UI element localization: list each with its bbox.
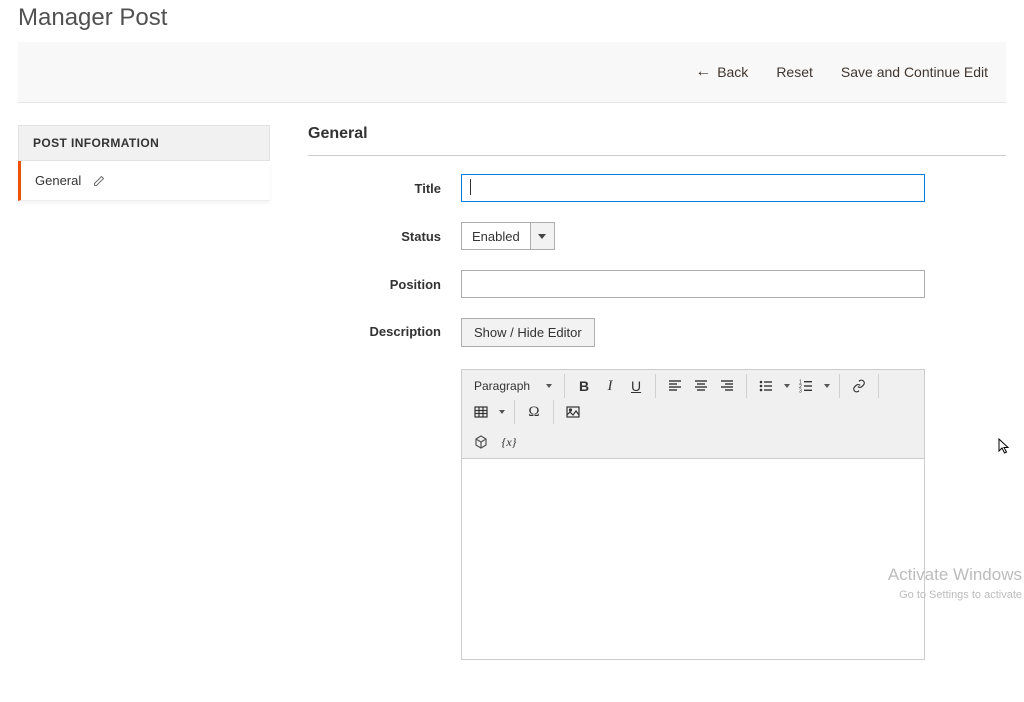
bullet-list-icon (759, 379, 773, 393)
back-label: Back (717, 64, 748, 80)
main-area: POST INFORMATION General General Title S… (0, 103, 1024, 702)
special-char-button[interactable]: Ω (521, 400, 547, 424)
back-arrow-icon: ← (695, 64, 711, 80)
save-continue-button[interactable]: Save and Continue Edit (839, 60, 990, 84)
special-char-icon: Ω (528, 404, 539, 421)
back-button[interactable]: ← Back (693, 60, 750, 84)
position-input[interactable] (461, 270, 925, 298)
number-list-more[interactable] (821, 374, 833, 398)
description-label: Description (308, 318, 461, 339)
section-title: General (308, 125, 1006, 156)
description-row: Description Show / Hide Editor Paragraph (308, 318, 1006, 660)
underline-button[interactable]: U (623, 374, 649, 398)
italic-button[interactable]: I (597, 374, 623, 398)
widget-icon (474, 435, 488, 449)
edit-icon (93, 175, 105, 187)
chevron-down-icon (538, 234, 546, 239)
editor-body[interactable] (462, 459, 924, 659)
align-center-button[interactable] (688, 374, 714, 398)
status-dropdown-toggle[interactable] (530, 223, 554, 249)
chevron-down-icon (546, 384, 552, 388)
reset-button[interactable]: Reset (774, 60, 815, 84)
bold-icon: B (579, 378, 589, 394)
chevron-down-icon (824, 384, 830, 388)
link-button[interactable] (846, 374, 872, 398)
svg-text:3: 3 (799, 389, 802, 394)
number-list-button[interactable]: 123 (793, 374, 819, 398)
title-input[interactable] (461, 174, 925, 202)
table-more[interactable] (496, 400, 508, 424)
align-center-icon (694, 379, 708, 393)
variable-button[interactable]: {x} (496, 430, 522, 454)
number-list-icon: 123 (799, 379, 813, 393)
title-label: Title (308, 181, 461, 196)
status-label: Status (308, 229, 461, 244)
align-left-icon (668, 379, 682, 393)
image-button[interactable] (560, 400, 586, 424)
align-left-button[interactable] (662, 374, 688, 398)
bold-button[interactable]: B (571, 374, 597, 398)
actions-bar: ← Back Reset Save and Continue Edit (18, 42, 1006, 103)
bullet-list-more[interactable] (781, 374, 793, 398)
image-icon (566, 405, 580, 419)
chevron-down-icon (784, 384, 790, 388)
status-row: Status Enabled (308, 222, 1006, 250)
underline-icon: U (631, 378, 641, 394)
wysiwyg-editor: Paragraph B I U (461, 369, 925, 660)
sidebar: POST INFORMATION General (18, 125, 270, 680)
sidebar-item-label: General (35, 173, 81, 188)
reset-label: Reset (776, 64, 813, 80)
table-icon (474, 405, 488, 419)
block-format-value: Paragraph (474, 379, 530, 393)
block-format-select[interactable]: Paragraph (468, 374, 558, 398)
variable-icon: {x} (502, 435, 517, 450)
toggle-editor-button[interactable]: Show / Hide Editor (461, 318, 595, 347)
widget-button[interactable] (468, 430, 494, 454)
page-title: Manager Post (0, 0, 1024, 42)
align-right-icon (720, 379, 734, 393)
save-continue-label: Save and Continue Edit (841, 64, 988, 80)
status-value: Enabled (462, 229, 530, 244)
link-icon (852, 379, 866, 393)
italic-icon: I (608, 378, 613, 395)
table-button[interactable] (468, 400, 494, 424)
chevron-down-icon (499, 410, 505, 414)
sidebar-title: POST INFORMATION (18, 125, 270, 161)
editor-toolbar: Paragraph B I U (462, 370, 924, 459)
align-right-button[interactable] (714, 374, 740, 398)
content: General Title Status Enabled Posit (308, 125, 1006, 680)
position-row: Position (308, 270, 1006, 298)
bullet-list-button[interactable] (753, 374, 779, 398)
sidebar-item-general[interactable]: General (18, 161, 270, 201)
status-select[interactable]: Enabled (461, 222, 555, 250)
title-row: Title (308, 174, 1006, 202)
position-label: Position (308, 277, 461, 292)
